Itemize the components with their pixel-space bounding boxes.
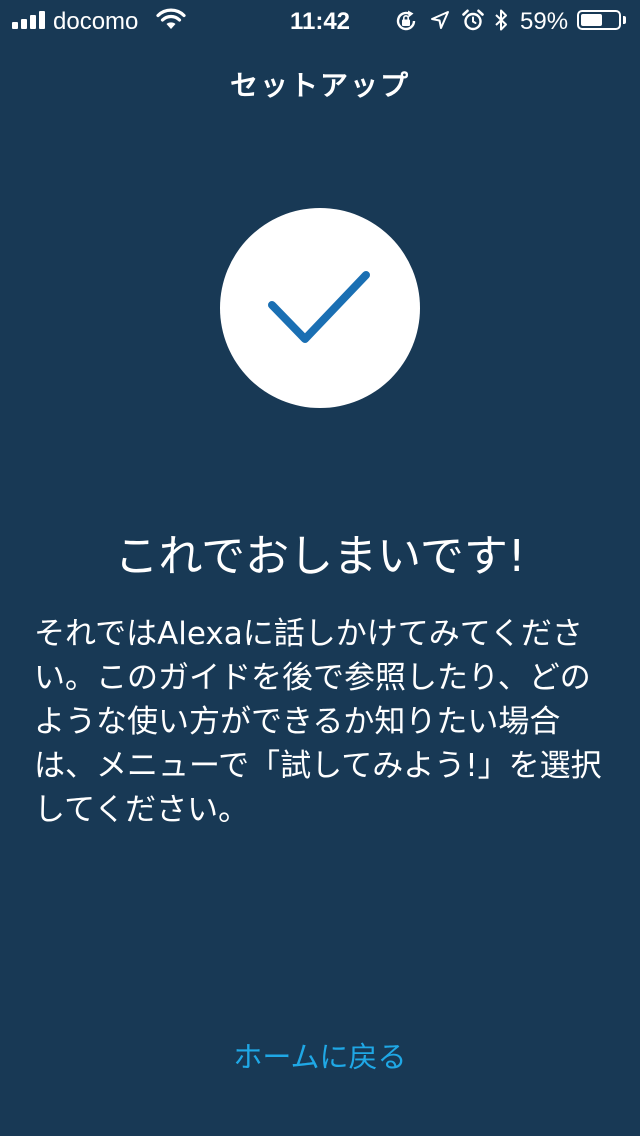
checkmark-icon (268, 271, 370, 343)
alarm-icon (462, 9, 484, 31)
bluetooth-icon (495, 9, 507, 31)
battery-nub (623, 16, 626, 24)
location-icon (431, 11, 449, 29)
battery-percent: 59% (520, 8, 569, 35)
status-bar: docomo 11:42 59% (0, 0, 640, 40)
success-badge (220, 208, 420, 408)
page-title: セットアップ (229, 69, 410, 102)
battery-icon (577, 10, 621, 30)
orientation-lock-icon (396, 10, 416, 31)
back-to-home-link[interactable]: ホームに戻る (0, 1034, 640, 1076)
battery-level (581, 14, 602, 26)
completion-headline: これでおしまいです! (114, 531, 526, 582)
completion-description: それではAlexaに話しかけてみてください。このガイドを後で参照したり、どのよう… (34, 616, 602, 828)
